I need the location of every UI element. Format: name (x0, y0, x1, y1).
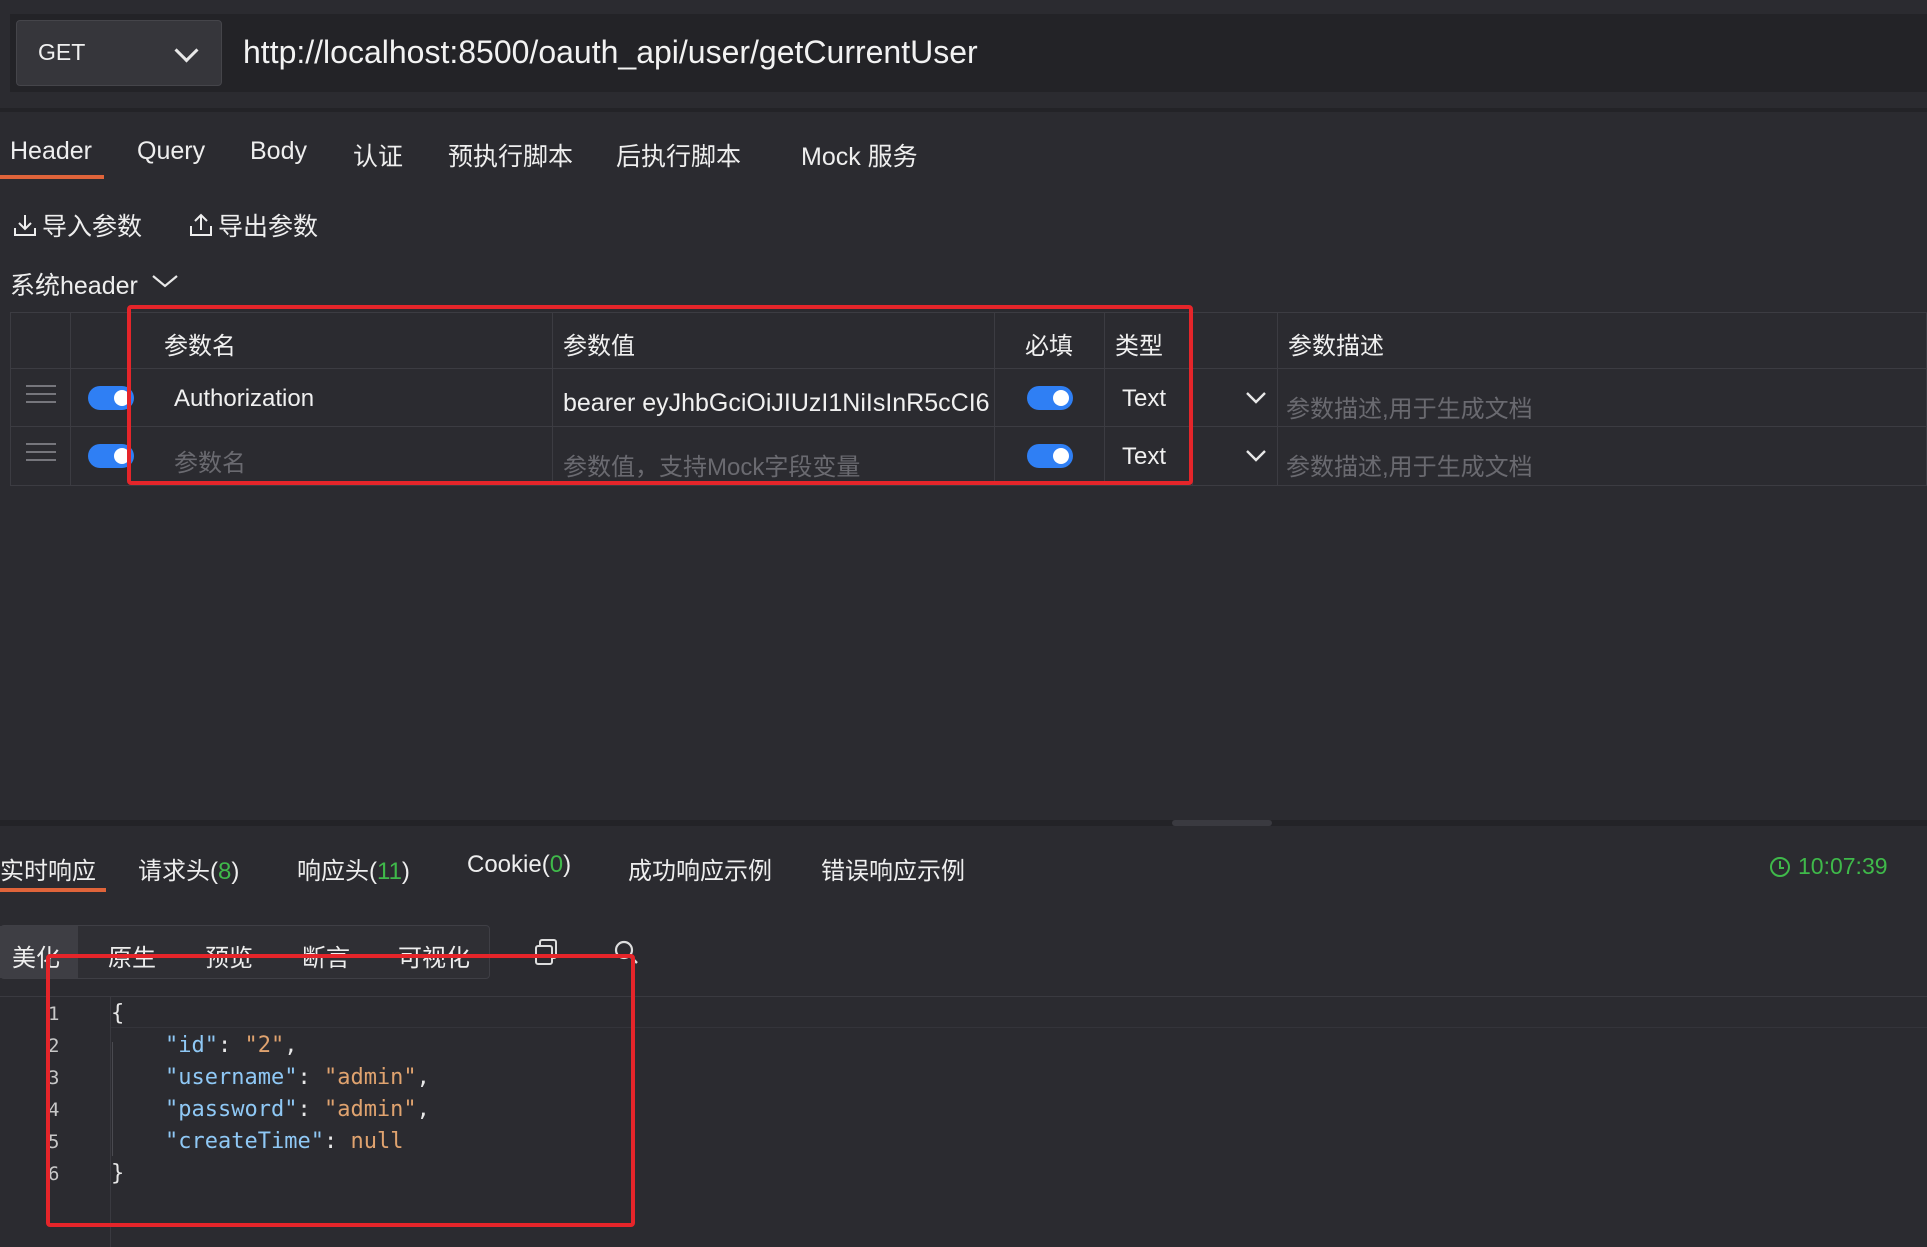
tab-request-headers-close: ) (231, 858, 240, 885)
export-icon (190, 213, 212, 236)
tab-live-response[interactable]: 实时响应 (0, 851, 96, 886)
param-desc-input[interactable]: 参数描述,用于生成文档 (1286, 389, 1533, 424)
active-tab-indicator (0, 175, 104, 179)
col-divider (70, 312, 71, 486)
tab-success-example[interactable]: 成功响应示例 (628, 851, 772, 886)
tab-request-headers[interactable]: 请求头(8) (138, 851, 239, 886)
drag-handle-icon[interactable] (26, 385, 56, 403)
tab-mock[interactable]: Mock 服务 (801, 137, 918, 173)
tab-auth[interactable]: 认证 (353, 137, 403, 173)
url-input[interactable]: http://localhost:8500/oauth_api/user/get… (243, 34, 978, 71)
chevron-down-icon[interactable] (151, 273, 179, 289)
cookie-count: 0 (549, 851, 564, 878)
tab-body[interactable]: Body (250, 137, 307, 166)
col-divider (1277, 312, 1278, 486)
tab-error-example[interactable]: 错误响应示例 (821, 851, 965, 886)
response-time-value: 10:07:39 (1798, 853, 1888, 879)
request-headers-count: 8 (218, 858, 232, 885)
tab-header[interactable]: Header (10, 137, 92, 166)
splitter-handle[interactable] (1172, 820, 1272, 826)
tab-post-script[interactable]: 后执行脚本 (616, 137, 741, 173)
tab-pre-script[interactable]: 预执行脚本 (448, 137, 573, 173)
tab-request-headers-label: 请求头( (138, 858, 218, 885)
import-params-button[interactable]: 导入参数 (12, 207, 142, 243)
tab-cookie-label: Cookie( (467, 851, 550, 878)
system-header-toggle[interactable]: 系统header (10, 266, 138, 302)
tab-response-headers-close: ) (401, 858, 410, 885)
drag-handle-icon[interactable] (26, 443, 56, 461)
pane-splitter[interactable] (0, 820, 1927, 826)
header-description: 参数描述 (1288, 333, 1384, 360)
divider (0, 108, 1927, 112)
export-params-button[interactable]: 导出参数 (188, 207, 318, 243)
import-icon (14, 215, 36, 236)
export-label: 导出参数 (218, 213, 319, 241)
response-headers-count: 11 (377, 858, 402, 885)
highlight-box (127, 305, 1193, 485)
tab-cookie[interactable]: Cookie(0) (467, 851, 571, 879)
import-label: 导入参数 (42, 213, 143, 241)
chevron-down-icon[interactable] (1245, 391, 1267, 405)
method-label: GET (38, 39, 86, 65)
highlight-box (46, 954, 635, 1227)
clock-icon (1770, 856, 1790, 877)
response-time: 10:07:39 (1770, 853, 1888, 880)
param-desc-input[interactable]: 参数描述,用于生成文档 (1286, 447, 1533, 482)
tab-response-headers-label: 响应头( (297, 858, 377, 885)
tab-cookie-close: ) (563, 851, 572, 878)
chevron-down-icon[interactable] (1245, 449, 1267, 463)
active-tab-indicator (0, 888, 106, 892)
tab-response-headers[interactable]: 响应头(11) (297, 851, 410, 886)
tab-query[interactable]: Query (137, 137, 205, 166)
